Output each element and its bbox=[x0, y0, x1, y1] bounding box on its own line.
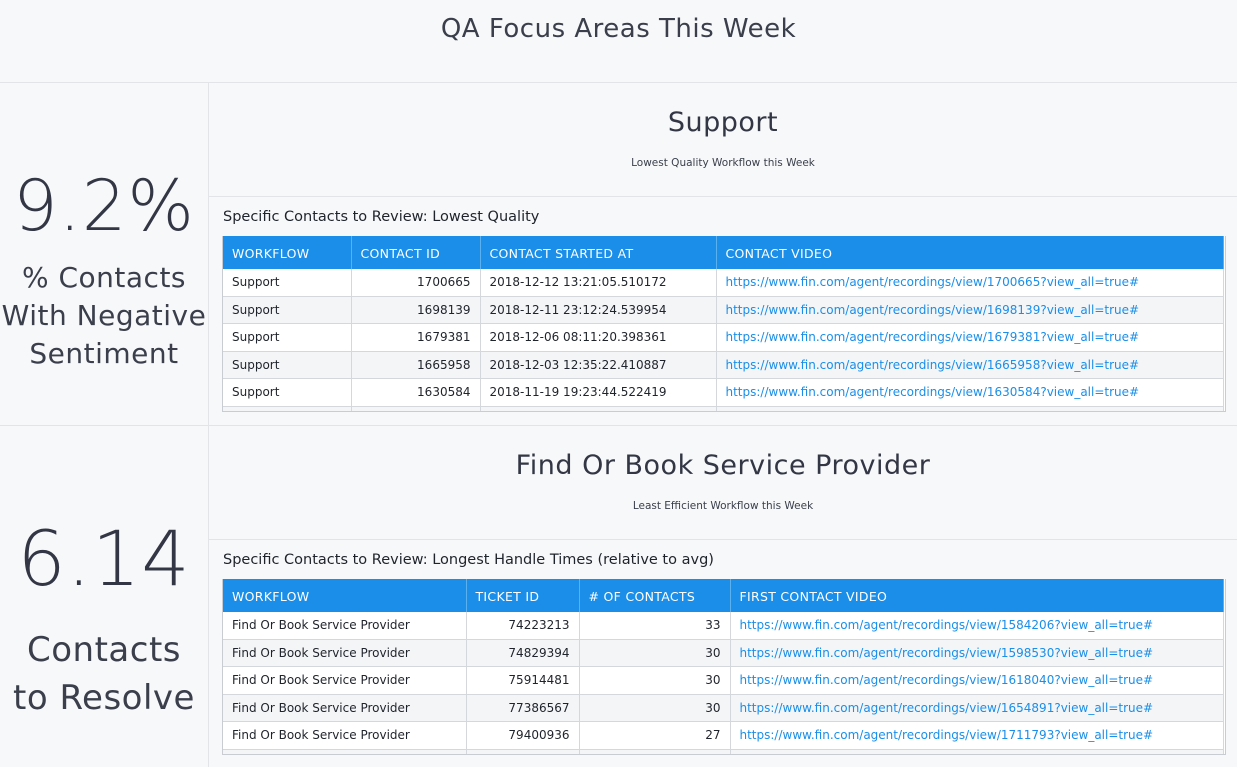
ticket-id-cell: 74223213 bbox=[466, 612, 580, 640]
column-header[interactable]: WORKFLOW bbox=[223, 579, 467, 612]
workflow-cell: Support bbox=[223, 323, 352, 352]
stat-label-line: to Resolve bbox=[13, 678, 195, 718]
video-link[interactable]: https://www.fin.com/agent/recordings/vie… bbox=[730, 612, 1224, 640]
column-header[interactable]: # OF CONTACTS bbox=[579, 579, 731, 612]
contact-id-cell: 1679381 bbox=[351, 323, 481, 352]
stat-label-line: Contacts bbox=[27, 630, 181, 670]
table-row: Support 1679381 2018-12-06 08:11:20.3983… bbox=[223, 323, 1224, 352]
stat-label-line: With Negative bbox=[1, 299, 207, 332]
stat-label: Contacts to Resolve bbox=[0, 626, 208, 722]
workflow-cell: Support bbox=[223, 351, 352, 379]
workflow-cell: Support bbox=[223, 296, 352, 324]
workflow-name: Support bbox=[667, 107, 779, 138]
stat-tile-contacts-to-resolve: 6.14 Contacts to Resolve bbox=[0, 426, 209, 767]
table-scroll-area[interactable]: WORKFLOW CONTACT ID CONTACT STARTED AT C… bbox=[222, 236, 1226, 412]
table-row: Support 1700665 2018-12-12 13:21:05.5101… bbox=[223, 269, 1224, 297]
dashboard: QA Focus Areas This Week 9.2% % Contacts… bbox=[0, 0, 1237, 767]
tickets-table-tile: Specific Contacts to Review: Longest Han… bbox=[209, 540, 1237, 767]
stat-label: % Contacts With Negative Sentiment bbox=[0, 259, 208, 373]
stat-value: 9.2% bbox=[13, 165, 195, 247]
page-title: QA Focus Areas This Week bbox=[440, 14, 797, 44]
started-at-cell: 2018-12-06 08:11:20.398361 bbox=[480, 323, 717, 352]
ticket-id-cell: 77386567 bbox=[466, 694, 580, 722]
contact-count-cell: 27 bbox=[579, 721, 731, 750]
table-title: Specific Contacts to Review: Lowest Qual… bbox=[223, 209, 540, 225]
column-header[interactable]: CONTACT VIDEO bbox=[716, 236, 1224, 269]
ticket-id-cell: 74829394 bbox=[466, 639, 580, 667]
section-support: 9.2% % Contacts With Negative Sentiment … bbox=[0, 83, 1237, 426]
table-row: Find Or Book Service Provider 75914481 3… bbox=[223, 666, 1224, 695]
started-at-cell: 2018-12-12 13:21:05.510172 bbox=[480, 269, 717, 297]
workflow-cell: Support bbox=[223, 269, 352, 297]
table-title: Specific Contacts to Review: Longest Han… bbox=[223, 552, 714, 568]
contact-count-cell: 30 bbox=[579, 694, 731, 722]
workflow-cell: Support bbox=[223, 378, 352, 407]
table-row: Support 1665958 2018-12-03 12:35:22.4108… bbox=[223, 351, 1224, 379]
video-link[interactable]: https://www.fin.com/agent/recordings/vie… bbox=[716, 323, 1224, 352]
table-row: Find Or Book Service Provider 74829394 3… bbox=[223, 639, 1224, 667]
workflow-cell: Find Or Book Service Provider bbox=[223, 612, 467, 640]
column-header[interactable]: CONTACT ID bbox=[351, 236, 481, 269]
video-link[interactable]: https://www.fin.com/agent/recordings/vie… bbox=[716, 378, 1224, 407]
contacts-table-tile: Specific Contacts to Review: Lowest Qual… bbox=[209, 197, 1237, 427]
video-link[interactable]: https://www.fin.com/agent/recordings/vie… bbox=[730, 721, 1224, 750]
section-find-or-book: 6.14 Contacts to Resolve Find Or Book Se… bbox=[0, 426, 1237, 767]
column-header[interactable]: CONTACT STARTED AT bbox=[480, 236, 717, 269]
table-row: Support 1630584 2018-11-19 19:23:44.5224… bbox=[223, 378, 1224, 407]
video-link[interactable]: https://www.fin.com/agent/recordings/vie… bbox=[730, 694, 1224, 722]
contact-id-cell: 1698139 bbox=[351, 296, 481, 324]
table-row: Find Or Book Service Provider 77386567 3… bbox=[223, 694, 1224, 722]
tickets-table: WORKFLOW TICKET ID # OF CONTACTS FIRST C… bbox=[223, 579, 1224, 754]
workflow-subtitle: Lowest Quality Workflow this Week bbox=[631, 157, 815, 169]
table-header-row: WORKFLOW CONTACT ID CONTACT STARTED AT C… bbox=[223, 236, 1224, 269]
column-header[interactable]: TICKET ID bbox=[466, 579, 580, 612]
workflow-cell: Find Or Book Service Provider bbox=[223, 666, 467, 695]
ticket-id-cell: 79400936 bbox=[466, 721, 580, 750]
video-link[interactable]: https://www.fin.com/agent/recordings/vie… bbox=[716, 296, 1224, 324]
started-at-cell: 2018-12-03 12:35:22.410887 bbox=[480, 351, 717, 379]
stat-value: 6.14 bbox=[17, 514, 191, 603]
table-row: Support 1698139 2018-12-11 23:12:24.5399… bbox=[223, 296, 1224, 324]
workflow-subtitle: Least Efficient Workflow this Week bbox=[632, 500, 814, 512]
table-row-partial bbox=[223, 749, 1224, 754]
contact-id-cell: 1665958 bbox=[351, 351, 481, 379]
table-row: Find Or Book Service Provider 74223213 3… bbox=[223, 612, 1224, 640]
stat-tile-negative-sentiment: 9.2% % Contacts With Negative Sentiment bbox=[0, 83, 209, 425]
dashboard-header: QA Focus Areas This Week bbox=[0, 0, 1237, 83]
contact-count-cell: 30 bbox=[579, 639, 731, 667]
contacts-table: WORKFLOW CONTACT ID CONTACT STARTED AT C… bbox=[223, 236, 1224, 411]
started-at-cell: 2018-12-11 23:12:24.539954 bbox=[480, 296, 717, 324]
video-link[interactable]: https://www.fin.com/agent/recordings/vie… bbox=[716, 269, 1224, 297]
stat-label-line: Sentiment bbox=[29, 337, 179, 370]
workflow-tile: Support Lowest Quality Workflow this Wee… bbox=[209, 83, 1237, 197]
stat-label-line: % Contacts bbox=[21, 261, 187, 294]
video-link[interactable]: https://www.fin.com/agent/recordings/vie… bbox=[730, 666, 1224, 695]
contact-count-cell: 33 bbox=[579, 612, 731, 640]
column-header[interactable]: FIRST CONTACT VIDEO bbox=[730, 579, 1224, 612]
video-link[interactable]: https://www.fin.com/agent/recordings/vie… bbox=[716, 351, 1224, 379]
ticket-id-cell: 75914481 bbox=[466, 666, 580, 695]
table-scroll-area[interactable]: WORKFLOW TICKET ID # OF CONTACTS FIRST C… bbox=[222, 579, 1226, 755]
workflow-tile: Find Or Book Service Provider Least Effi… bbox=[209, 426, 1237, 540]
workflow-cell: Find Or Book Service Provider bbox=[223, 639, 467, 667]
started-at-cell: 2018-11-19 19:23:44.522419 bbox=[480, 378, 717, 407]
table-header-row: WORKFLOW TICKET ID # OF CONTACTS FIRST C… bbox=[223, 579, 1224, 612]
contact-id-cell: 1700665 bbox=[351, 269, 481, 297]
video-link[interactable]: https://www.fin.com/agent/recordings/vie… bbox=[730, 639, 1224, 667]
workflow-cell: Find Or Book Service Provider bbox=[223, 694, 467, 722]
workflow-name: Find Or Book Service Provider bbox=[515, 450, 931, 481]
contact-count-cell: 30 bbox=[579, 666, 731, 695]
workflow-cell: Find Or Book Service Provider bbox=[223, 721, 467, 750]
contact-id-cell: 1630584 bbox=[351, 378, 481, 407]
table-row: Find Or Book Service Provider 79400936 2… bbox=[223, 721, 1224, 750]
column-header[interactable]: WORKFLOW bbox=[223, 236, 352, 269]
table-row-partial bbox=[223, 406, 1224, 411]
